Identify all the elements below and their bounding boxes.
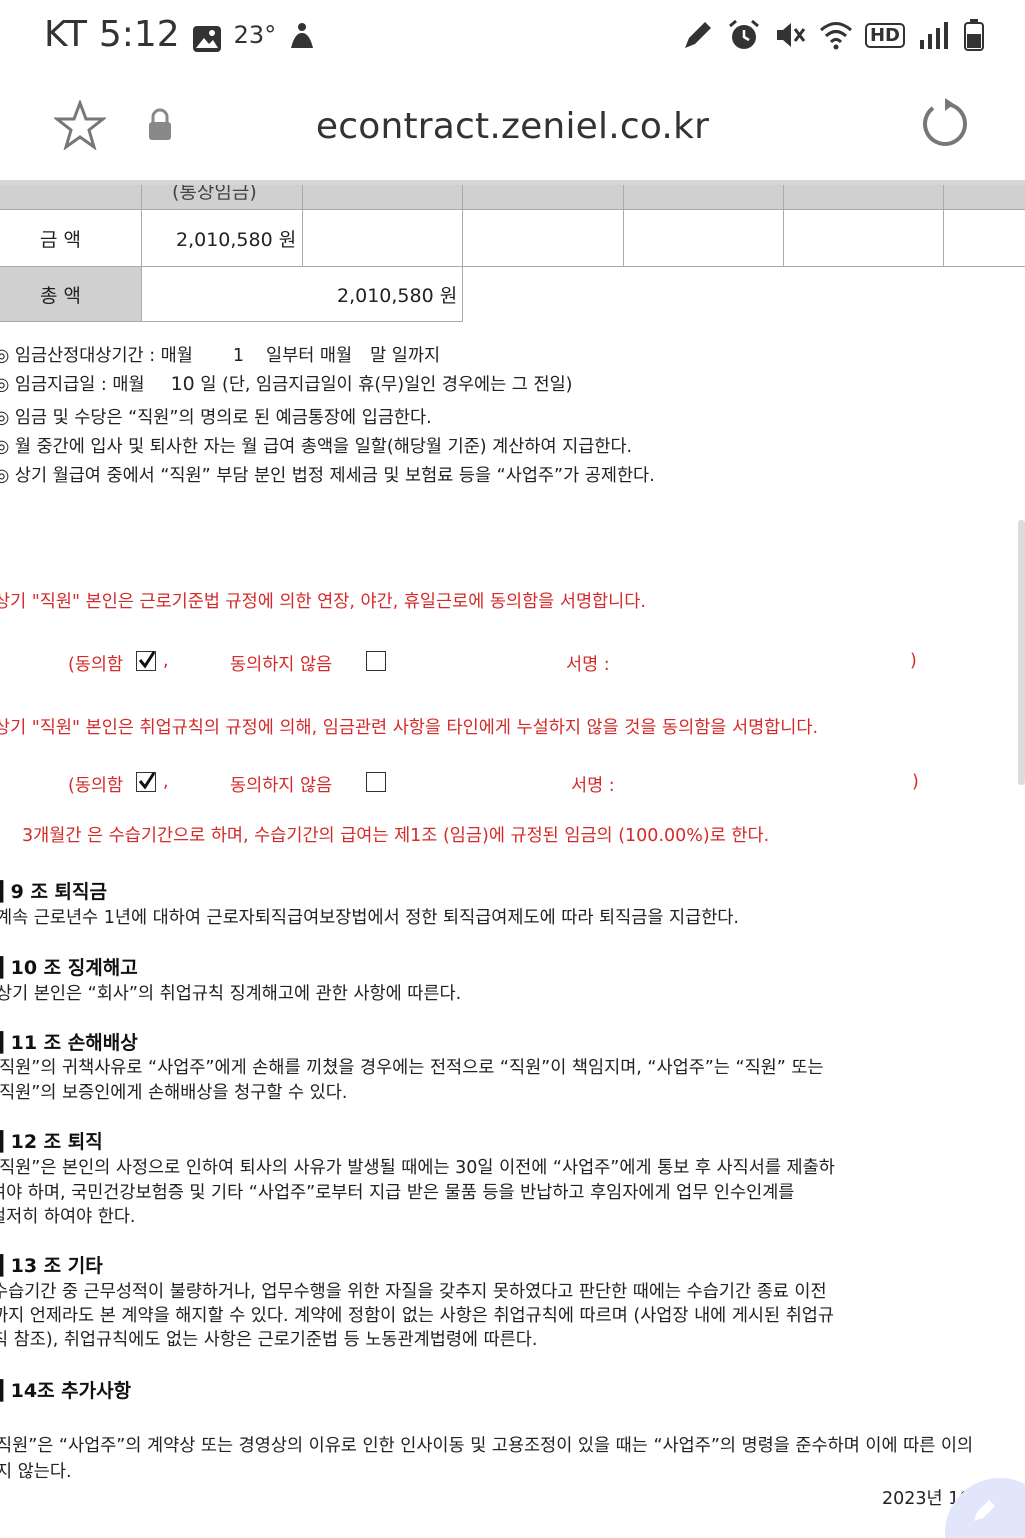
confidentiality-signature-close: ) (912, 772, 919, 792)
probation-clause: 3개월간 은 수습기간으로 하며, 수습기간의 급여는 제1조 (임금)에 규정… (22, 826, 770, 846)
mute-icon (773, 18, 807, 52)
address-bar: econtract.zeniel.co.kr (0, 80, 1025, 180)
total-label: 총 액 (40, 285, 81, 307)
total-value: 2,010,580 원 (337, 285, 458, 307)
table-grid-line (462, 185, 463, 322)
overtime-consent-statement: 상기 "직원" 본인은 근로기준법 규정에 의한 연장, 야간, 휴일근로에 동… (0, 592, 646, 612)
article-11-body-line1: “직원”의 귀책사유로 “사업주”에게 손해를 끼쳤을 경우에는 전적으로 “직… (0, 1058, 824, 1078)
article-12-body-line1: “직원”은 본인의 사정으로 인하여 퇴사의 사유가 발생될 때에는 30일 이… (0, 1158, 835, 1178)
url-display[interactable]: econtract.zeniel.co.kr (0, 106, 1025, 147)
edit-icon (969, 1496, 999, 1530)
partial-header-text: (통상임금) (172, 185, 257, 203)
confidentiality-disagree-checkbox[interactable] (366, 772, 386, 792)
payday-line: ◎ 임금지급일 : 매월 10 일 (단, 임금지급일이 휴(무)일인 경우에는 … (0, 373, 573, 395)
carrier: KT (44, 14, 87, 55)
hd-icon: HD (864, 22, 905, 48)
article-10-title: ▌10 조 징계해고 (0, 957, 138, 979)
overtime-signature-label: 서명 : (566, 655, 610, 675)
reload-icon[interactable] (918, 98, 972, 156)
article-11-title: ▌11 조 손해배상 (0, 1032, 138, 1054)
article-9-body: 계속 근로년수 1년에 대하여 근로자퇴직급여보장법에서 정한 퇴직급여제도에 … (0, 908, 739, 928)
wifi-icon (819, 18, 853, 52)
article-13-body-line1: 수습기간 중 근무성적이 불량하거나, 업무수행을 위한 자질을 갖추지 못하였… (0, 1282, 827, 1302)
overtime-agree-checkbox[interactable] (136, 651, 156, 671)
confidentiality-agree-label: (동의함 (68, 776, 124, 796)
gallery-icon (192, 21, 222, 52)
status-left: KT 5:12 23° (44, 14, 316, 55)
overtime-disagree-label: 동의하지 않음 (230, 655, 333, 675)
table-grid-line (0, 209, 1025, 210)
table-grid-line (302, 185, 303, 267)
confidentiality-comma: , (163, 772, 169, 792)
overtime-signature-close: ) (910, 651, 917, 671)
overtime-comma: , (163, 651, 169, 671)
pay-terms-line-4: ◎ 월 중간에 입사 및 퇴사한 자는 월 급여 총액을 일할(해당월 기준) … (0, 437, 633, 457)
confidentiality-signature-label: 서명 : (571, 776, 615, 796)
pay-terms-line-3: ◎ 임금 및 수당은 “직원”의 명의로 된 예금통장에 입금한다. (0, 408, 432, 428)
article-10-body: 상기 본인은 “회사”의 취업규칙 징계해고에 관한 사항에 따른다. (0, 984, 462, 1004)
article-12-body-line2: 여야 하며, 국민건강보험증 및 기타 “사업주”로부터 지급 받은 물품 등을… (0, 1183, 795, 1203)
table-grid-line (0, 266, 1025, 267)
table-grid-line (783, 185, 784, 267)
article-11-body-line2: “직원”의 보증인에게 손해배상을 청구할 수 있다. (0, 1083, 348, 1103)
temperature: 23° (233, 20, 277, 49)
article-13-body-line2: 까지 언제라도 본 계약을 해지할 수 있다. 계약에 정함이 없는 사항은 취… (0, 1306, 834, 1326)
amount-label: 금 액 (40, 229, 81, 251)
status-right: HD (681, 18, 985, 52)
pay-period-line: ◎ 임금산정대상기간 : 매월 1 일부터 매월 말 일까지 (0, 346, 441, 366)
status-bar: KT 5:12 23° HD (0, 0, 1025, 78)
table-grid-line (0, 321, 463, 322)
table-grid-line (623, 185, 624, 267)
amount-value: 2,010,580 원 (176, 229, 297, 251)
article-13-title: ▌13 조 기타 (0, 1255, 103, 1277)
overtime-agree-label: (동의함 (68, 655, 124, 675)
table-grid-line (943, 185, 944, 267)
overtime-disagree-checkbox[interactable] (366, 651, 386, 671)
clock: 5:12 (98, 14, 180, 55)
article-9-title: ▌9 조 퇴직금 (0, 881, 107, 903)
pen-icon (681, 18, 715, 52)
contract-document: (통상임금) 금 액 2,010,580 원 총 액 2,010,580 원 ◎… (0, 185, 1025, 1538)
pay-terms-line-5: ◎ 상기 월급여 중에서 “직원” 부담 분인 법정 제세금 및 보험료 등을 … (0, 466, 655, 486)
article-12-title: ▌12 조 퇴직 (0, 1131, 103, 1153)
table-header-row (0, 185, 1025, 209)
article-14-body-line1: 직원”은 “사업주”의 계약상 또는 경영상의 이유로 인한 인사이동 및 고용… (0, 1436, 974, 1456)
article-13-body-line3: 칙 참조), 취업규칙에도 없는 사항은 근로기준법 등 노동관계법령에 따른다… (0, 1330, 538, 1350)
confidentiality-consent-statement: 상기 "직원" 본인은 취업규칙의 규정에 의해, 임금관련 사항을 타인에게 … (0, 718, 819, 738)
confidentiality-agree-checkbox[interactable] (136, 772, 156, 792)
table-grid-line (141, 185, 142, 322)
alarm-icon (727, 18, 761, 52)
accessibility-icon (288, 20, 316, 50)
article-12-body-line3: 철저히 하여야 한다. (0, 1207, 136, 1227)
article-14-body-line2: 지 않는다. (0, 1462, 72, 1482)
article-14-title: ▌14조 추가사항 (0, 1380, 132, 1402)
signal-icon (917, 18, 951, 52)
page-scrollbar[interactable] (1018, 520, 1025, 785)
battery-icon (963, 18, 985, 52)
confidentiality-disagree-label: 동의하지 않음 (230, 776, 333, 796)
